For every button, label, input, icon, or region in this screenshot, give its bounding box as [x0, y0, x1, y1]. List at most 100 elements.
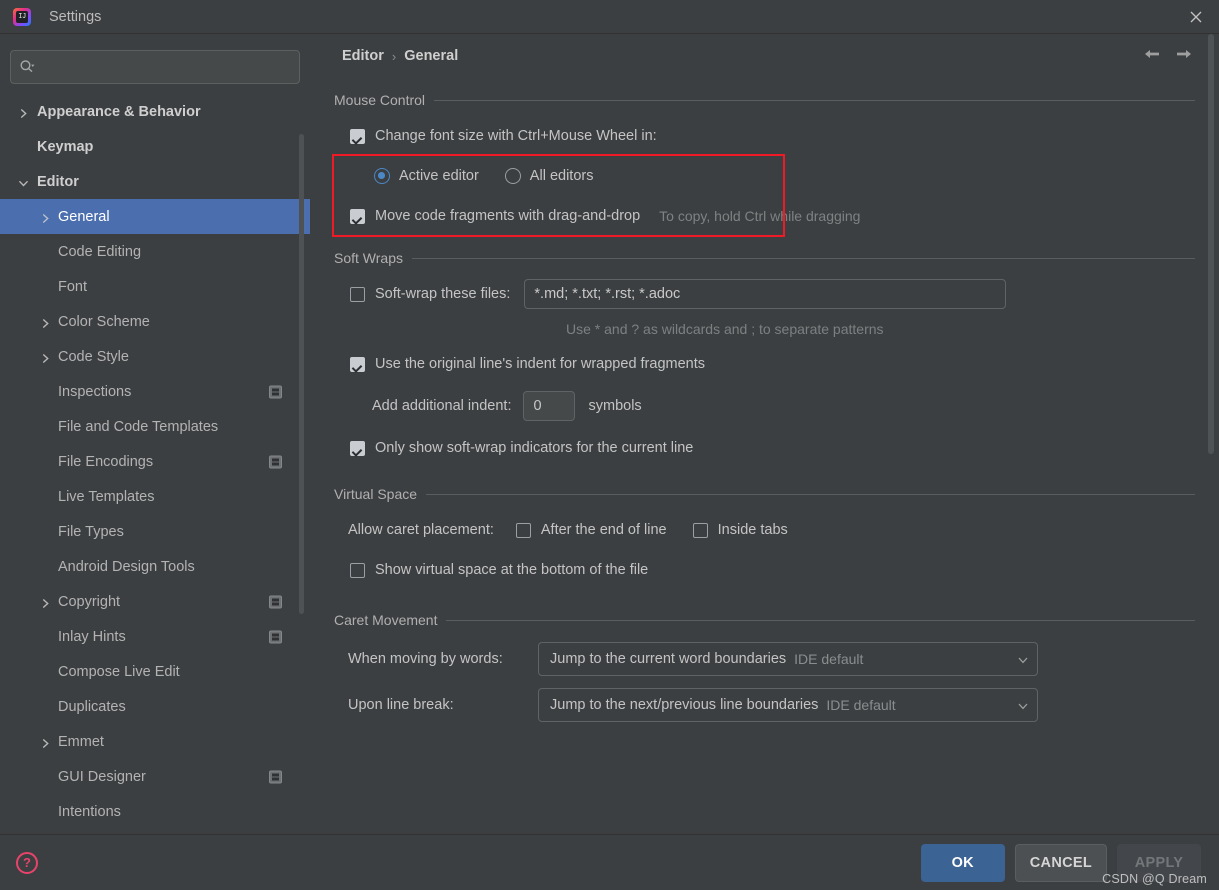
sidebar-item-label: Editor	[37, 173, 79, 190]
section-divider	[426, 493, 1195, 495]
chevron-right-icon[interactable]	[18, 107, 28, 118]
sidebar-item-copyright[interactable]: Copyright	[0, 584, 310, 619]
sidebar-item-live-templates[interactable]: Live Templates	[0, 479, 310, 514]
radio-all-editors[interactable]	[504, 168, 521, 184]
section-mouse-control: Mouse Control Change font size with Ctrl…	[322, 92, 1195, 236]
search-box[interactable]	[10, 50, 300, 84]
sidebar-item-label: Color Scheme	[58, 313, 150, 330]
after-end-of-line-checkbox[interactable]	[515, 522, 531, 538]
sidebar-item-label: File and Code Templates	[58, 418, 219, 435]
help-question-icon[interactable]: ?	[16, 851, 38, 874]
sidebar-item-inspections[interactable]: Inspections	[0, 374, 310, 409]
after-end-of-line-label: After the end of line	[540, 522, 667, 538]
dialog-footer: ? OK CANCEL APPLY CSDN @Q Dream	[0, 834, 1219, 890]
sidebar-item-duplicates[interactable]: Duplicates	[0, 689, 310, 724]
change-font-size-checkbox[interactable]	[350, 128, 365, 144]
radio-active-editor-label: Active editor	[399, 168, 479, 184]
radio-active-editor[interactable]	[374, 168, 390, 184]
drag-and-drop-hint: To copy, hold Ctrl while dragging	[659, 208, 861, 224]
sidebar-item-font[interactable]: Font	[0, 269, 310, 304]
sidebar-item-emmet[interactable]: Emmet	[0, 724, 310, 759]
sidebar-item-code-style[interactable]: Code Style	[0, 339, 310, 374]
caret-placement-label: Allow caret placement:	[348, 522, 494, 538]
settings-content-pane: Editor › General Mouse Control Change fo…	[310, 34, 1219, 834]
sidebar-item-label: Intentions	[58, 803, 121, 820]
sidebar-item-label: Emmet	[58, 733, 104, 750]
dialog-body: Appearance & Behavior Keymap Editor General…	[0, 34, 1219, 834]
inside-tabs-checkbox[interactable]	[692, 522, 708, 538]
window-title: Settings	[49, 8, 102, 25]
sidebar-item-label: GUI Designer	[58, 768, 146, 785]
dropdown-value: Jump to the next/previous line boundarie…	[550, 697, 819, 713]
sidebar-item-file-encodings[interactable]: File Encodings	[0, 444, 310, 479]
original-indent-checkbox[interactable]	[350, 356, 365, 372]
search-input[interactable]	[35, 59, 291, 75]
close-icon[interactable]	[1173, 0, 1219, 33]
breadcrumb-parent[interactable]: Editor	[342, 48, 384, 64]
breadcrumb-separator: ›	[391, 48, 397, 64]
settings-sidebar: Appearance & Behavior Keymap Editor General…	[0, 34, 310, 834]
sidebar-item-keymap[interactable]: Keymap	[0, 129, 310, 164]
project-settings-badge-icon	[269, 455, 282, 468]
search-icon	[19, 59, 35, 75]
sidebar-item-android-design-tools[interactable]: Android Design Tools	[0, 549, 310, 584]
sidebar-item-inlay-hints[interactable]: Inlay Hints	[0, 619, 310, 654]
sidebar-item-label: Keymap	[37, 138, 94, 155]
navigation-arrows	[1143, 45, 1193, 63]
drag-and-drop-checkbox[interactable]	[350, 208, 365, 224]
sidebar-item-label: Copyright	[58, 593, 121, 610]
content-scrollbar[interactable]	[1208, 34, 1214, 454]
only-current-line-checkbox[interactable]	[350, 440, 365, 456]
dropdown-value: Jump to the current word boundaries	[550, 651, 787, 667]
chevron-right-icon[interactable]	[40, 212, 50, 223]
sidebar-item-label: Inspections	[58, 383, 132, 400]
logo-glyph: IJ	[16, 10, 28, 23]
search-container	[0, 34, 310, 94]
settings-tree[interactable]: Appearance & Behavior Keymap Editor General…	[0, 94, 310, 834]
chevron-right-icon[interactable]	[40, 737, 50, 748]
show-virtual-space-checkbox[interactable]	[350, 562, 365, 578]
additional-indent-input[interactable]	[523, 391, 576, 421]
cancel-button[interactable]: CANCEL	[1014, 843, 1107, 882]
sidebar-item-label: Appearance & Behavior	[37, 103, 201, 120]
ok-button[interactable]: OK	[920, 843, 1005, 882]
sidebar-item-general[interactable]: General	[0, 199, 310, 234]
sidebar-item-intentions[interactable]: Intentions	[0, 794, 310, 829]
row-show-virtual-space: Show virtual space at the bottom of the …	[322, 550, 1195, 590]
breadcrumb-current: General	[404, 48, 459, 64]
section-soft-wraps: Soft Wraps Soft-wrap these files: Use * …	[322, 250, 1195, 468]
breadcrumb: Editor › General	[322, 34, 1195, 78]
sidebar-item-color-scheme[interactable]: Color Scheme	[0, 304, 310, 339]
sidebar-item-label: Code Editing	[58, 243, 142, 260]
soft-wrap-files-input[interactable]	[524, 279, 1007, 309]
only-current-line-label: Only show soft-wrap indicators for the c…	[375, 440, 694, 456]
sidebar-item-compose-live-edit[interactable]: Compose Live Edit	[0, 654, 310, 689]
sidebar-scrollbar[interactable]	[299, 134, 304, 614]
additional-indent-label: Add additional indent:	[372, 398, 512, 414]
project-settings-badge-icon	[269, 385, 282, 398]
sidebar-item-file-and-code-templates[interactable]: File and Code Templates	[0, 409, 310, 444]
row-soft-wrap-files: Soft-wrap these files:	[322, 274, 1195, 314]
chevron-right-icon[interactable]	[40, 317, 50, 328]
sidebar-item-editor[interactable]: Editor	[0, 164, 310, 199]
arrow-left-icon[interactable]	[1143, 45, 1161, 63]
sidebar-item-file-types[interactable]: File Types	[0, 514, 310, 549]
project-settings-badge-icon	[269, 770, 282, 783]
section-divider	[412, 257, 1195, 259]
arrow-right-icon[interactable]	[1175, 45, 1193, 63]
settings-dialog: IJ Settings Appearance & Behavior Keymap…	[0, 0, 1219, 890]
section-title-mouse-control: Mouse Control	[322, 92, 1195, 108]
row-upon-line-break: Upon line break: Jump to the next/previo…	[322, 682, 1195, 728]
row-caret-placement: Allow caret placement: After the end of …	[322, 510, 1195, 550]
sidebar-item-gui-designer[interactable]: GUI Designer	[0, 759, 310, 794]
upon-line-break-dropdown[interactable]: Jump to the next/previous line boundarie…	[538, 688, 1038, 722]
section-divider	[434, 99, 1195, 101]
soft-wrap-files-checkbox[interactable]	[350, 286, 365, 302]
sidebar-item-appearance-behavior[interactable]: Appearance & Behavior	[0, 94, 310, 129]
chevron-right-icon[interactable]	[40, 352, 50, 363]
chevron-down-icon[interactable]	[18, 177, 28, 187]
sidebar-item-code-editing[interactable]: Code Editing	[0, 234, 310, 269]
chevron-right-icon[interactable]	[40, 597, 50, 608]
when-moving-by-words-dropdown[interactable]: Jump to the current word boundaries IDE …	[538, 642, 1038, 676]
additional-indent-unit: symbols	[588, 398, 642, 414]
